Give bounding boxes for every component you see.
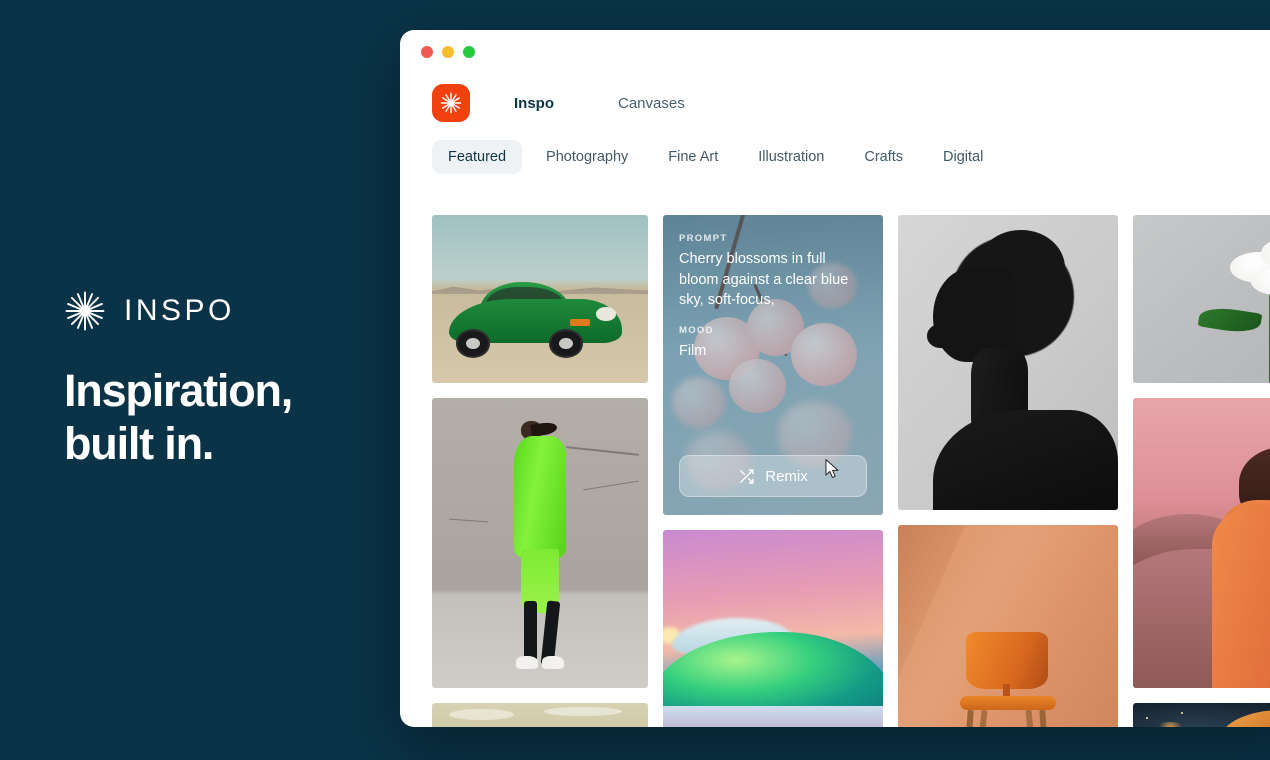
mood-label: MOOD xyxy=(679,324,714,336)
gallery-card-space-dome[interactable] xyxy=(1133,703,1270,727)
artwork-white-flower xyxy=(1133,215,1270,383)
zoom-button[interactable] xyxy=(463,46,475,58)
gallery-card-prompt[interactable]: PROMPT Cherry blossoms in full bloom aga… xyxy=(663,215,883,515)
inspiration-board: PROMPT Cherry blossoms in full bloom aga… xyxy=(432,215,1270,727)
hero-left-panel: INSPO Inspiration, built in. xyxy=(0,0,400,760)
prompt-overlay: PROMPT Cherry blossoms in full bloom aga… xyxy=(663,215,883,515)
artwork-ocean-wave xyxy=(663,530,883,727)
prompt-text: Cherry blossoms in full bloom against a … xyxy=(679,251,849,309)
category-tabs: Featured Photography Fine Art Illustrati… xyxy=(400,132,1270,192)
tab-fine-art[interactable]: Fine Art xyxy=(652,140,734,174)
tab-featured[interactable]: Featured xyxy=(432,140,523,174)
starburst-icon xyxy=(64,290,106,332)
prompt-label: PROMPT xyxy=(679,233,728,244)
tab-crafts[interactable]: Crafts xyxy=(848,140,919,174)
artwork-space-dome xyxy=(1133,703,1270,727)
shuffle-icon xyxy=(738,468,755,485)
mood-value: Film xyxy=(679,342,707,359)
nav-item-inspo[interactable]: Inspo xyxy=(514,95,554,112)
app-logo[interactable] xyxy=(432,84,470,122)
board-column-4 xyxy=(1133,215,1270,727)
gallery-card-neon-jacket[interactable] xyxy=(432,398,648,688)
artwork-desert-woman xyxy=(1133,398,1270,688)
artwork-orange-chair xyxy=(898,525,1118,727)
tab-illustration[interactable]: Illustration xyxy=(742,140,840,174)
brand-lockup: INSPO xyxy=(64,290,400,332)
gallery-card-landscape[interactable] xyxy=(432,703,648,727)
headline-line-1: Inspiration, xyxy=(64,364,293,416)
window-titlebar xyxy=(400,30,1270,74)
artwork-green-car xyxy=(432,215,648,383)
gallery-card-car[interactable] xyxy=(432,215,648,383)
gallery-card-flower[interactable] xyxy=(1133,215,1270,383)
board-column-1 xyxy=(432,215,648,727)
hero-headline: Inspiration, built in. xyxy=(64,364,400,470)
headline-line-2: built in. xyxy=(64,418,214,469)
artwork-desert-landscape xyxy=(432,703,648,727)
artwork-silhouette-portrait xyxy=(898,215,1118,510)
primary-nav: Inspo Canvases xyxy=(514,95,685,112)
gallery-card-desert-woman[interactable] xyxy=(1133,398,1270,688)
app-window: Inspo Canvases Featured Photography Fine… xyxy=(400,30,1270,727)
board-column-3 xyxy=(898,215,1118,727)
remix-button[interactable]: Remix xyxy=(679,455,867,497)
gallery-card-silhouette[interactable] xyxy=(898,215,1118,510)
app-header: Inspo Canvases xyxy=(400,74,1270,132)
wordmark: INSPO xyxy=(124,293,235,327)
starburst-icon xyxy=(439,91,463,115)
gallery-card-chair[interactable] xyxy=(898,525,1118,727)
remix-label: Remix xyxy=(765,467,808,485)
artwork-neon-jacket xyxy=(432,398,648,688)
minimize-button[interactable] xyxy=(442,46,454,58)
close-button[interactable] xyxy=(421,46,433,58)
board-column-2: PROMPT Cherry blossoms in full bloom aga… xyxy=(663,215,883,727)
nav-item-canvases[interactable]: Canvases xyxy=(618,95,685,112)
gallery-card-wave[interactable] xyxy=(663,530,883,727)
tab-photography[interactable]: Photography xyxy=(530,140,644,174)
tab-digital[interactable]: Digital xyxy=(927,140,999,174)
